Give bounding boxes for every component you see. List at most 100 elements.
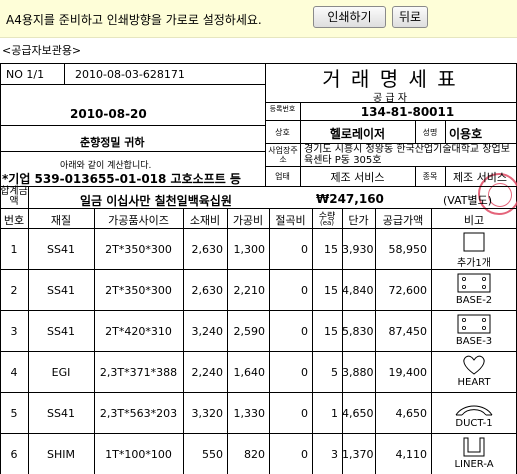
cell-bend-cost: 0 bbox=[301, 243, 308, 256]
cell-material: SS41 bbox=[47, 243, 75, 256]
ceo-name: 이용호 bbox=[449, 127, 483, 141]
document-title: 거 래 명 세 표 bbox=[322, 67, 458, 91]
cell-bend-cost: 0 bbox=[301, 325, 308, 338]
cell-size: 2T*350*300 bbox=[105, 284, 172, 297]
cell-note: DUCT-1 bbox=[455, 418, 493, 429]
instruction-banner: A4용지를 준비하고 인쇄방향을 가로로 설정하세요. 인쇄하기 뒤로 bbox=[0, 0, 517, 38]
cell-qty: 1 bbox=[331, 407, 338, 420]
cell-unit-price: 1,370 bbox=[342, 448, 374, 461]
cell-bend-cost: 0 bbox=[301, 366, 308, 379]
cell-unit-price: 3,880 bbox=[342, 366, 374, 379]
recipient: 춘향정밀 귀하 bbox=[80, 136, 145, 149]
cell-note: HEART bbox=[457, 377, 491, 388]
cell-no: 1 bbox=[10, 243, 18, 256]
cell-unit-price: 4,840 bbox=[342, 284, 374, 297]
cell-note: LINER-A bbox=[454, 459, 494, 470]
cell-size: 2,3T*371*388 bbox=[99, 366, 178, 379]
ceo-name-label: 성명 bbox=[422, 128, 438, 137]
cell-supply: 87,450 bbox=[388, 325, 428, 338]
cell-material: EGI bbox=[51, 366, 71, 379]
reg-number: 134-81-80011 bbox=[360, 105, 455, 119]
cell-qty: 15 bbox=[324, 243, 338, 256]
cell-size: 2T*350*300 bbox=[105, 243, 172, 256]
statement-date: 2010-08-20 bbox=[70, 107, 147, 121]
cell-supply: 4,110 bbox=[395, 448, 428, 461]
cell-no: 5 bbox=[10, 407, 18, 420]
cell-note: 추가1개 bbox=[457, 258, 491, 269]
liner-bracket-icon bbox=[431, 436, 517, 461]
cell-qty: 3 bbox=[331, 448, 338, 461]
qty-unit-label: (ea) bbox=[319, 219, 335, 227]
vat-note: (VAT별도) bbox=[443, 194, 493, 207]
cell-material: SS41 bbox=[47, 407, 75, 420]
cell-mat-cost: 550 bbox=[202, 448, 223, 461]
total-label: 합계금액 bbox=[0, 186, 28, 207]
column-header-note: 비고 bbox=[463, 214, 485, 227]
business-item-label: 종목 bbox=[422, 172, 438, 181]
cell-bend-cost: 0 bbox=[301, 284, 308, 297]
cell-proc-cost: 1,300 bbox=[233, 243, 266, 256]
cell-no: 3 bbox=[10, 325, 18, 338]
cell-material: SHIM bbox=[47, 448, 75, 461]
cell-size: 2,3T*563*203 bbox=[99, 407, 178, 420]
cell-material: SS41 bbox=[47, 325, 75, 338]
column-header-no: 번호 bbox=[3, 214, 25, 227]
column-header-material: 재질 bbox=[50, 214, 72, 227]
cell-size: 1T*100*100 bbox=[105, 448, 172, 461]
supplier-label: 공 급 자 bbox=[373, 93, 407, 104]
cell-supply: 4,650 bbox=[395, 407, 428, 420]
cell-supply: 58,950 bbox=[388, 243, 428, 256]
address: 경기도 시흥시 정왕동 한국산업기술대학교 창업보육센타 P동 305호 bbox=[304, 144, 510, 166]
back-button[interactable]: 뒤로 bbox=[392, 6, 428, 28]
cell-unit-price: 4,650 bbox=[342, 407, 374, 420]
cell-supply: 19,400 bbox=[388, 366, 428, 379]
cell-note: BASE-3 bbox=[455, 336, 493, 347]
cell-size: 2T*420*310 bbox=[105, 325, 172, 338]
cell-supply: 72,600 bbox=[388, 284, 428, 297]
cell-qty: 15 bbox=[324, 284, 338, 297]
reg-number-label: 등록번호 bbox=[269, 105, 296, 113]
document-number: 2010-08-03-628171 bbox=[75, 68, 185, 81]
company-name: 헬로레이저 bbox=[329, 127, 386, 141]
heart-outline-icon bbox=[431, 354, 517, 379]
base-plate-holes-icon bbox=[431, 272, 517, 297]
business-type-label: 업태 bbox=[275, 172, 290, 181]
address-label: 사업장주소 bbox=[268, 146, 298, 164]
column-header-proc-cost: 가공비 bbox=[232, 214, 264, 227]
cell-proc-cost: 1,640 bbox=[233, 366, 266, 379]
copy-label: <공급자보관용> bbox=[2, 44, 82, 57]
cell-no: 2 bbox=[10, 284, 18, 297]
base-plate-holes-icon bbox=[431, 313, 517, 338]
cell-mat-cost: 2,630 bbox=[191, 243, 224, 256]
cell-note: BASE-2 bbox=[455, 295, 493, 306]
cell-qty: 15 bbox=[324, 325, 338, 338]
cell-material: SS41 bbox=[47, 284, 75, 297]
cell-no: 4 bbox=[10, 366, 18, 379]
cell-mat-cost: 3,240 bbox=[191, 325, 224, 338]
column-header-mat-cost: 소재비 bbox=[189, 214, 221, 227]
cell-qty: 5 bbox=[331, 366, 338, 379]
cell-unit-price: 5,830 bbox=[342, 325, 374, 338]
print-instruction: A4용지를 준비하고 인쇄방향을 가로로 설정하세요. bbox=[6, 13, 262, 27]
total-in-words: 일금 이십사만 칠천일백육십원 bbox=[80, 194, 232, 208]
column-header-size: 가공품사이즈 bbox=[108, 214, 169, 227]
cell-proc-cost: 1,330 bbox=[233, 407, 266, 420]
cell-bend-cost: 0 bbox=[301, 448, 308, 461]
company-name-label: 상호 bbox=[275, 128, 290, 137]
cell-bend-cost: 0 bbox=[301, 407, 308, 420]
print-button[interactable]: 인쇄하기 bbox=[313, 6, 386, 28]
cell-no: 6 bbox=[10, 448, 18, 461]
column-header-bend-cost: 절곡비 bbox=[275, 214, 306, 227]
cell-mat-cost: 2,630 bbox=[191, 284, 224, 297]
cell-proc-cost: 820 bbox=[244, 448, 265, 461]
transaction-statement: NO 1/1 2010-08-03-628171 거 래 명 세 표 공 급 자… bbox=[0, 63, 517, 474]
business-item: 제조 서비스 bbox=[452, 171, 508, 184]
duct-arc-icon bbox=[431, 395, 517, 420]
cell-mat-cost: 3,320 bbox=[191, 407, 224, 420]
business-type: 제조 서비스 bbox=[330, 171, 385, 184]
square-outline-icon bbox=[431, 231, 517, 256]
page-number: NO 1/1 bbox=[6, 68, 45, 81]
column-header-unit-price: 단가 bbox=[348, 214, 369, 227]
cell-proc-cost: 2,590 bbox=[233, 325, 266, 338]
bank-account: *기업 539-013655-01-018 고호소프트 등 bbox=[2, 172, 241, 186]
